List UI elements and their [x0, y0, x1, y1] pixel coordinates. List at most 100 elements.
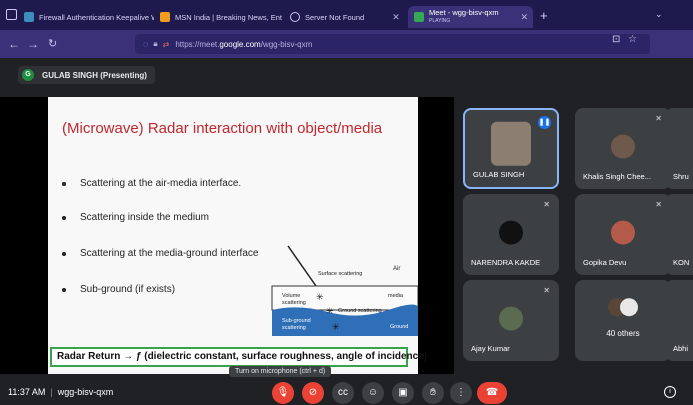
tab-firewall[interactable]: Firewall Authentication Keepalive W ✕ — [24, 6, 154, 28]
tab-playing-label: PLAYING — [429, 18, 451, 24]
forward-icon[interactable]: → — [27, 37, 39, 51]
navigation-bar: ← → ↻ ◌ 🔒︎ ⇄ https://meet. google.com/wgg… — [0, 30, 693, 58]
raise-hand-icon[interactable]: ✋︎ — [422, 382, 444, 404]
separator: | — [50, 387, 53, 397]
diagram-label-subground: Sub-ground — [282, 318, 311, 324]
microphone-tooltip: Turn on microphone (ctrl + d) — [229, 366, 332, 377]
tab-title: Meet - wgg-bisv-qxm — [429, 8, 499, 17]
tab-title: Firewall Authentication Keepalive W — [39, 12, 154, 22]
diagram-label-surface: Surface scattering — [318, 271, 362, 277]
scatter-burst-icon: ✳ — [316, 292, 324, 302]
participant-name: Khalis Singh Chee... — [583, 172, 651, 181]
address-bar[interactable]: ◌ 🔒︎ ⇄ https://meet. google.com/wgg-bisv-… — [135, 34, 650, 54]
more-options-icon[interactable]: ⋮ — [450, 382, 472, 404]
participant-tile[interactable]: KON — [665, 194, 693, 275]
url-prefix: https://meet. — [175, 39, 220, 49]
slide-bullet: Scattering inside the medium — [62, 212, 209, 223]
participant-name: KON — [673, 258, 690, 267]
bookmark-star-icon[interactable]: ☆ — [628, 34, 637, 45]
window-menu-icon[interactable] — [6, 9, 17, 20]
chevron-down-icon[interactable]: ⌄ — [655, 9, 663, 20]
participant-tile[interactable]: Abhi — [665, 280, 693, 361]
avatar — [611, 134, 635, 159]
bullet-text: Scattering inside the medium — [80, 212, 209, 223]
tab-title: MSN India | Breaking News, Ent — [175, 12, 282, 22]
mic-off-icon: ✕ — [655, 114, 662, 123]
tab-meet[interactable]: Meet - wgg-bisv-qxm PLAYING ✕ — [408, 6, 533, 28]
back-icon[interactable]: ← — [8, 37, 20, 51]
reader-view-icon[interactable]: ⊡ — [612, 34, 620, 45]
meeting-code: wgg-bisv-qxm — [57, 387, 114, 397]
avatar: G — [22, 69, 34, 81]
captions-icon[interactable]: cc — [332, 382, 354, 404]
participant-video — [491, 121, 531, 166]
avatar — [499, 306, 523, 331]
meeting-time: 11:37 AM — [8, 387, 46, 397]
info-favicon-icon — [290, 12, 300, 22]
avatar — [611, 220, 635, 245]
presenter-label: GULAB SINGH (Presenting) — [42, 70, 147, 80]
mic-off-icon: ✕ — [543, 200, 550, 209]
scattering-diagram: Air Surface scattering Volume scattering… — [271, 245, 418, 336]
participant-tile[interactable]: ✕ Gopika Devu — [575, 194, 671, 275]
mic-off-icon: ✕ — [655, 200, 662, 209]
participant-tile[interactable]: ✕ Ajay Kumar — [463, 280, 559, 361]
close-icon[interactable]: ✕ — [392, 12, 400, 23]
tab-server-not-found[interactable]: Server Not Found ✕ — [290, 6, 408, 28]
bullet-dot-icon — [62, 251, 66, 256]
participant-tile[interactable]: Shru — [665, 108, 693, 189]
camera-off-icon[interactable]: ⊘ — [302, 382, 324, 404]
bullet-text: Scattering at the air-media interface. — [80, 178, 242, 189]
participant-tile[interactable]: ✕ Khalis Singh Chee... — [575, 108, 671, 189]
slide-bullet: Sub-ground (if exists) — [62, 284, 175, 295]
bullet-dot-icon — [62, 215, 66, 220]
reload-icon[interactable]: ↻ — [48, 37, 57, 50]
slide-bullet: Scattering at the air-media interface. — [62, 178, 241, 189]
diagram-label-volume: Volume — [282, 293, 300, 299]
participant-tile[interactable]: ✕ NARENDRA KAKDE — [463, 194, 559, 275]
diagram-label-volume-2: scattering — [282, 300, 306, 306]
diagram-label-media: media — [388, 293, 404, 299]
diagram-label-air: Air — [393, 266, 400, 272]
bullet-text: Scattering at the media-ground interface — [80, 248, 259, 259]
firewall-favicon-icon — [24, 12, 34, 22]
mic-off-icon[interactable]: 🎙︎ — [272, 382, 294, 404]
bullet-dot-icon — [62, 287, 66, 292]
avatar — [619, 298, 638, 317]
meeting-info: 11:37 AM | wgg-bisv-qxm — [8, 387, 113, 397]
emoji-icon[interactable]: ☺ — [362, 382, 384, 404]
mic-off-icon: ✕ — [543, 286, 550, 295]
participant-tile-others[interactable]: 40 others — [575, 280, 671, 361]
msn-favicon-icon — [160, 12, 170, 22]
bullet-text: Sub-ground (if exists) — [80, 284, 176, 295]
slide-title: (Microwave) Radar interaction with objec… — [62, 120, 383, 137]
participant-tile-gulab-singh[interactable]: ❚❚ GULAB SINGH — [463, 108, 559, 189]
incident-beam — [287, 245, 317, 287]
meet-favicon-icon — [414, 12, 424, 22]
close-icon[interactable]: ✕ — [521, 12, 529, 23]
meet-header: G GULAB SINGH (Presenting) — [0, 58, 693, 92]
avatar — [499, 220, 523, 245]
scatter-burst-icon: ✳ — [326, 306, 334, 316]
lock-icon[interactable]: 🔒︎ — [153, 39, 157, 49]
leave-call-icon[interactable]: ☎ — [477, 382, 507, 404]
presenter-pill: G GULAB SINGH (Presenting) — [18, 66, 155, 84]
permissions-icon[interactable]: ⇄ — [163, 40, 170, 49]
present-screen-icon[interactable]: ▣ — [392, 382, 414, 404]
diagram-label-subground-2: scattering — [282, 325, 306, 331]
diagram-label-ground: Ground — [390, 324, 408, 330]
shield-icon[interactable]: ◌ — [143, 39, 148, 49]
new-tab-icon[interactable]: + — [540, 8, 548, 23]
browser-tab-strip: Firewall Authentication Keepalive W ✕ MS… — [0, 0, 693, 30]
participant-name: NARENDRA KAKDE — [471, 258, 541, 267]
participant-name: GULAB SINGH — [473, 170, 525, 179]
participant-name: Gopika Devu — [583, 258, 627, 267]
speaking-indicator-icon: ❚❚ — [538, 116, 551, 129]
slide-bullet: Scattering at the media-ground interface — [62, 248, 258, 259]
others-count: 40 others — [606, 329, 640, 338]
meeting-details-icon[interactable]: i — [664, 386, 676, 398]
participant-name: Ajay Kumar — [471, 344, 510, 353]
tab-msn[interactable]: MSN India | Breaking News, Ent ✕ — [160, 6, 285, 28]
bullet-dot-icon — [62, 181, 66, 186]
participant-name: Abhi — [673, 344, 689, 353]
